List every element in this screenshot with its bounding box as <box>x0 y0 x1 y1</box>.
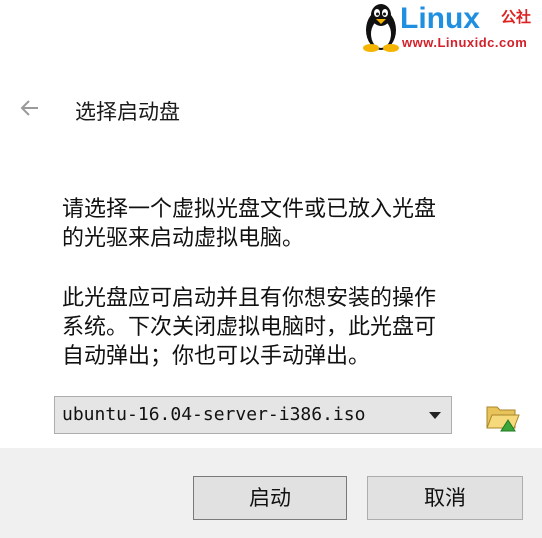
paragraph-line: 系统。下次关闭虚拟电脑时，此光盘可 <box>62 315 437 340</box>
watermark-title: Linux <box>400 2 480 35</box>
disk-image-select[interactable]: ubuntu-16.04-server-i386.iso <box>54 396 452 434</box>
dialog-content: Linux 公社 www.Linuxidc.com 选择启动盘 请选择一个虚拟光… <box>0 0 542 448</box>
paragraph-line: 自动弹出；你也可以手动弹出。 <box>62 344 371 369</box>
choose-disk-file-button[interactable] <box>483 398 521 434</box>
eject-info-paragraph: 此光盘应可启动并且有你想安装的操作 系统。下次关闭虚拟电脑时，此光盘可 自动弹出… <box>62 284 512 371</box>
start-button[interactable]: 启动 <box>193 476 347 520</box>
watermark-logo: Linux 公社 www.Linuxidc.com <box>360 2 536 54</box>
select-startup-disk-dialog: Linux 公社 www.Linuxidc.com 选择启动盘 请选择一个虚拟光… <box>0 0 542 538</box>
paragraph-line: 请选择一个虚拟光盘文件或已放入光盘 <box>62 197 437 222</box>
paragraph-line: 的光驱来启动虚拟电脑。 <box>62 226 305 251</box>
chevron-down-icon[interactable] <box>429 412 441 419</box>
watermark-suffix: 公社 <box>501 8 532 26</box>
tux-penguin-icon <box>363 4 399 52</box>
cancel-button[interactable]: 取消 <box>367 476 523 520</box>
instruction-paragraph: 请选择一个虚拟光盘文件或已放入光盘 的光驱来启动虚拟电脑。 <box>62 195 512 253</box>
paragraph-line: 此光盘应可启动并且有你想安装的操作 <box>62 286 437 311</box>
folder-open-icon <box>486 406 520 432</box>
watermark-url: www.Linuxidc.com <box>402 35 528 50</box>
disk-image-value: ubuntu-16.04-server-i386.iso <box>62 404 366 425</box>
page-title: 选择启动盘 <box>75 100 180 124</box>
back-arrow-icon[interactable] <box>18 96 42 120</box>
